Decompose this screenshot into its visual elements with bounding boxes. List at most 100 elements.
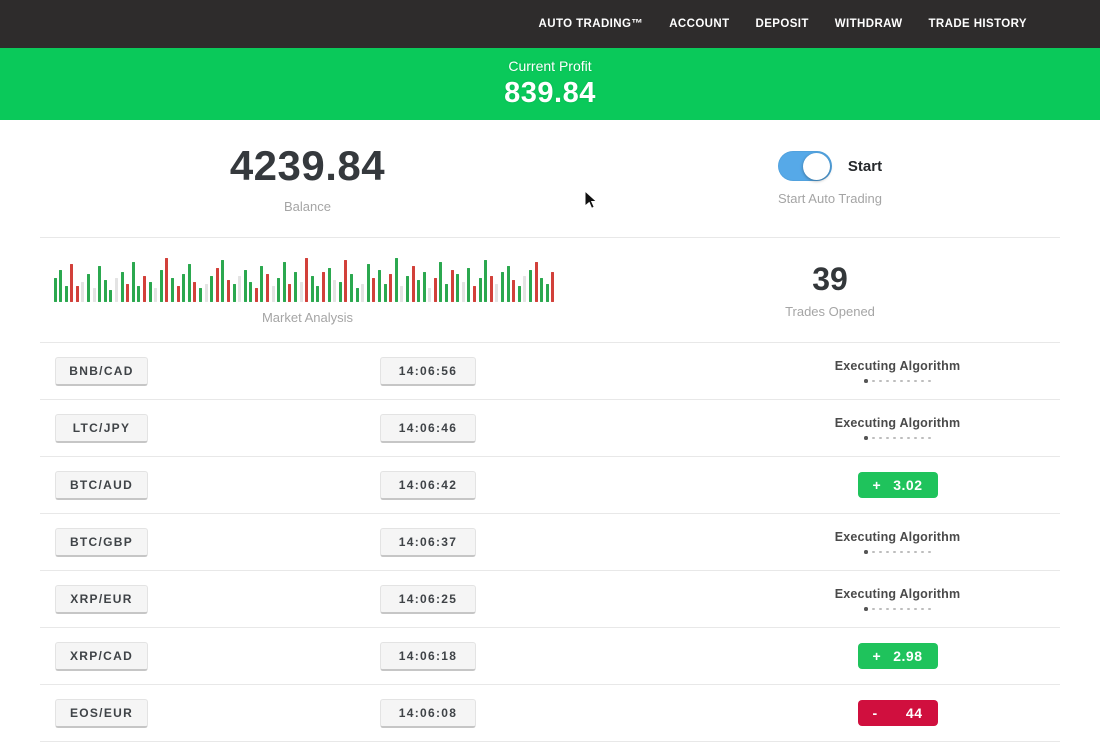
progress-dot <box>864 550 868 554</box>
market-bar <box>249 282 252 302</box>
progress-dots <box>864 607 931 611</box>
progress-dot <box>900 380 903 383</box>
progress-dot <box>886 380 889 383</box>
market-bar <box>260 266 263 302</box>
market-bar <box>160 270 163 302</box>
progress-dot <box>921 437 924 440</box>
market-bar <box>361 284 364 302</box>
market-bar <box>244 270 247 302</box>
executing-status: Executing Algorithm <box>835 530 961 554</box>
progress-dot <box>914 608 917 611</box>
market-bar <box>512 280 515 302</box>
market-bar <box>87 274 90 302</box>
progress-dot <box>864 436 868 440</box>
market-bar <box>356 288 359 302</box>
trade-status-cell: Executing Algorithm <box>790 530 1005 554</box>
market-bar <box>188 264 191 302</box>
market-bar <box>551 272 554 302</box>
trade-row: BTC/AUD 14:06:42 + 3.02 <box>40 456 1060 513</box>
market-bar <box>501 272 504 302</box>
executing-label: Executing Algorithm <box>835 587 961 601</box>
market-bar <box>126 284 129 302</box>
market-bar <box>484 260 487 302</box>
trade-status-cell: Executing Algorithm <box>790 587 1005 611</box>
progress-dots <box>864 436 931 440</box>
progress-dot <box>914 437 917 440</box>
current-profit-banner: Current Profit 839.84 <box>0 48 1100 120</box>
trade-result-badge: + 3.02 <box>858 472 938 498</box>
market-bar <box>59 270 62 302</box>
trade-row: EOS/EUR 14:06:08 - 44 <box>40 684 1060 741</box>
market-bar <box>467 268 470 302</box>
progress-dot <box>907 380 910 383</box>
time-chip: 14:06:18 <box>380 642 476 671</box>
market-bar <box>199 288 202 302</box>
market-bar <box>523 276 526 302</box>
market-bar <box>165 258 168 302</box>
market-bar <box>137 286 140 302</box>
market-bar <box>495 284 498 302</box>
trades-opened-value: 39 <box>812 261 848 298</box>
executing-status: Executing Algorithm <box>835 359 961 383</box>
market-analysis-block: Market Analysis <box>0 238 615 342</box>
market-bar <box>445 284 448 302</box>
progress-dot <box>928 437 931 440</box>
market-bar <box>350 274 353 302</box>
badge-value: 3.02 <box>893 477 922 493</box>
progress-dot <box>907 437 910 440</box>
badge-sign: + <box>873 477 882 493</box>
progress-dot <box>893 608 896 611</box>
market-bar <box>428 288 431 302</box>
pair-chip: EOS/EUR <box>55 699 148 728</box>
market-bar <box>395 258 398 302</box>
market-bar <box>132 262 135 302</box>
market-bar <box>216 268 219 302</box>
toggle-label: Start <box>848 158 882 175</box>
executing-status: Executing Algorithm <box>835 587 961 611</box>
auto-trading-toggle[interactable] <box>778 151 832 181</box>
nav-item-trade-history[interactable]: TRADE HISTORY <box>929 18 1028 30</box>
progress-dot <box>864 379 868 383</box>
nav-item-account[interactable]: ACCOUNT <box>669 18 729 30</box>
market-bar <box>300 282 303 302</box>
market-bar <box>490 276 493 302</box>
market-bar <box>238 276 241 302</box>
nav-item-deposit[interactable]: DEPOSIT <box>756 18 809 30</box>
trades-opened-block: 39 Trades Opened <box>615 238 1100 342</box>
pair-chip: XRP/CAD <box>55 642 148 671</box>
trades-opened-label: Trades Opened <box>785 304 875 319</box>
market-bar <box>109 290 112 302</box>
progress-dot <box>914 380 917 383</box>
auto-trading-block: Start Start Auto Trading <box>615 120 1100 237</box>
current-profit-value: 839.84 <box>504 77 596 110</box>
progress-dot <box>872 608 875 611</box>
trade-row: XRP/CAD 14:06:18 + 2.98 <box>40 627 1060 684</box>
trade-row: LTC/JPY 14:06:46 Executing Algorithm <box>40 399 1060 456</box>
progress-dots <box>864 550 931 554</box>
progress-dot <box>886 551 889 554</box>
nav-item-withdraw[interactable]: WITHDRAW <box>835 18 903 30</box>
executing-label: Executing Algorithm <box>835 416 961 430</box>
market-bar <box>233 284 236 302</box>
market-bar <box>76 286 79 302</box>
market-bar <box>311 276 314 302</box>
market-bar <box>439 262 442 302</box>
market-bar <box>529 270 532 302</box>
progress-dot <box>879 551 882 554</box>
market-bar <box>518 286 521 302</box>
progress-dot <box>921 608 924 611</box>
market-bar <box>143 276 146 302</box>
market-bar <box>546 284 549 302</box>
time-chip: 14:06:46 <box>380 414 476 443</box>
time-chip: 14:06:37 <box>380 528 476 557</box>
progress-dot <box>928 380 931 383</box>
market-bar <box>473 286 476 302</box>
executing-label: Executing Algorithm <box>835 530 961 544</box>
toggle-knob[interactable] <box>803 153 830 180</box>
pair-chip: LTC/JPY <box>55 414 148 443</box>
market-bar <box>294 272 297 302</box>
market-bar <box>154 288 157 302</box>
time-chip: 14:06:08 <box>380 699 476 728</box>
balance-label: Balance <box>284 199 331 214</box>
nav-item-auto-trading[interactable]: AUTO TRADING™ <box>539 18 644 30</box>
